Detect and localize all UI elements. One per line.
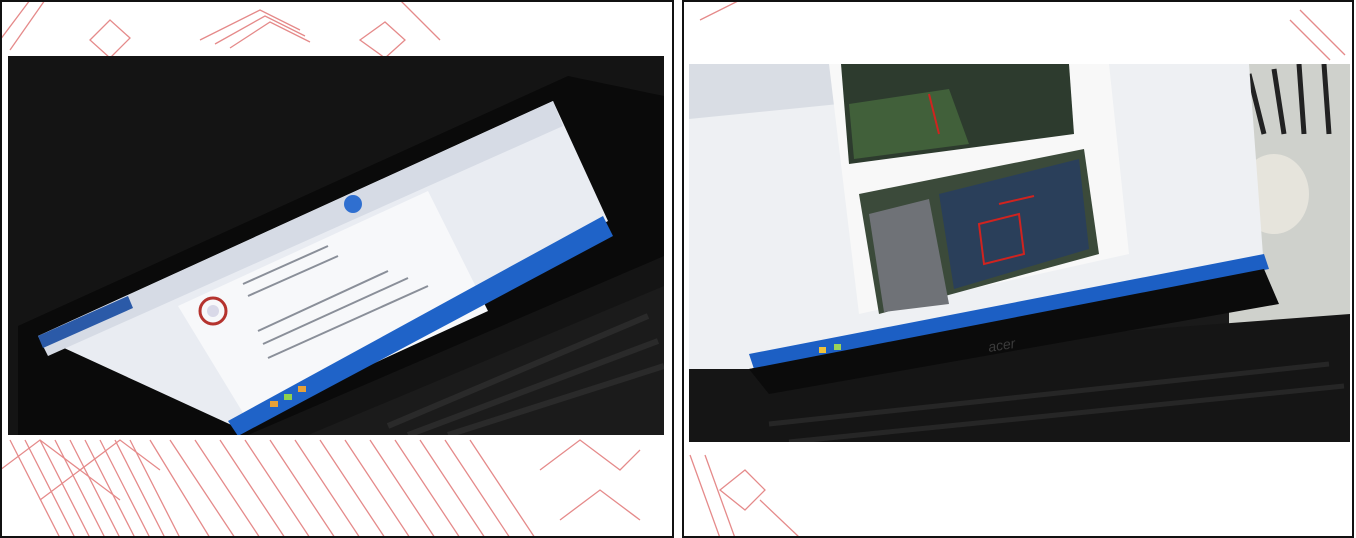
laptop-scene-right: acer (689, 64, 1350, 442)
photo-laptop-site-images: acer (689, 64, 1350, 442)
photo-laptop-document (8, 56, 664, 435)
laptop-scene-left (8, 56, 664, 435)
logo-icon (344, 195, 362, 213)
